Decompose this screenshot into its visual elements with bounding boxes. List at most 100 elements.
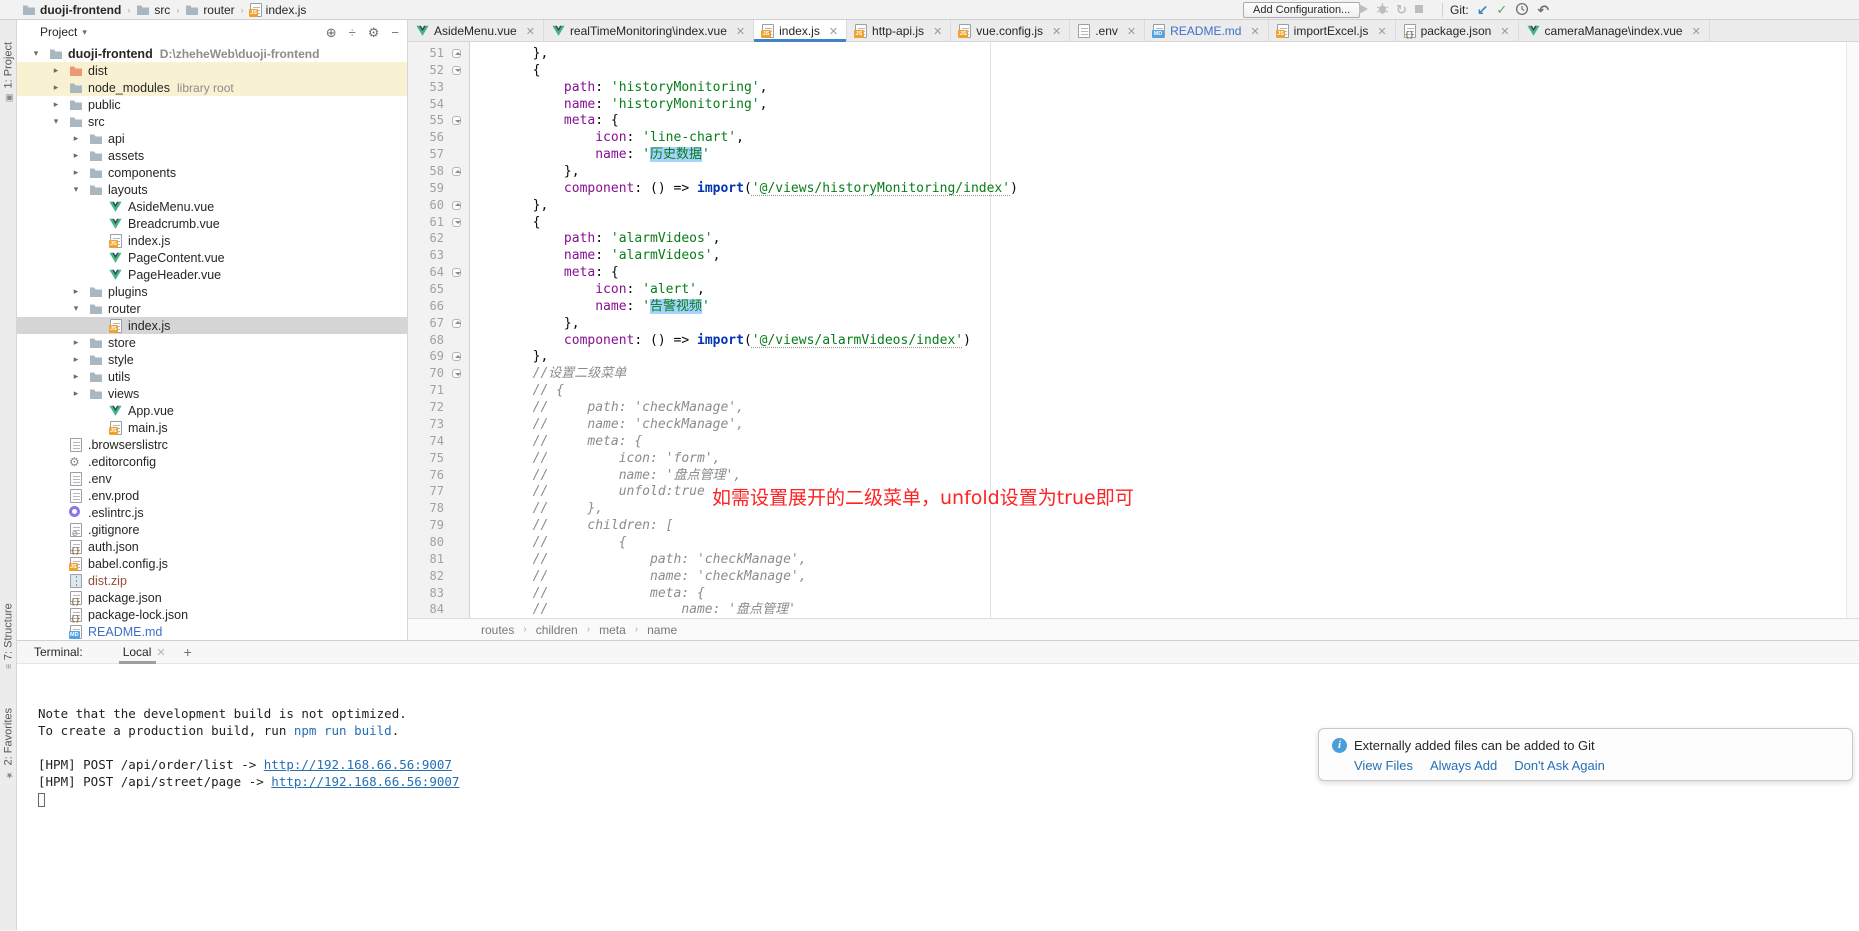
stripe-structure-button[interactable]: ≡ 7: Structure bbox=[0, 603, 17, 669]
tree-item-PageContent.vue[interactable]: PageContent.vue bbox=[17, 249, 407, 266]
tree-item-components[interactable]: ▸components bbox=[17, 164, 407, 181]
tree-item-babel.config.js[interactable]: JSbabel.config.js bbox=[17, 555, 407, 572]
chevron-right-icon[interactable]: ▸ bbox=[70, 371, 82, 382]
close-tab-icon[interactable]: ✕ bbox=[1250, 25, 1259, 38]
settings-icon[interactable]: ⚙ bbox=[368, 26, 380, 39]
tree-item-AsideMenu.vue[interactable]: AsideMenu.vue bbox=[17, 198, 407, 215]
editor-breadcrumb-name[interactable]: name bbox=[647, 623, 677, 637]
close-tab-icon[interactable]: ✕ bbox=[933, 25, 942, 38]
locate-icon[interactable]: ⊕ bbox=[326, 26, 337, 39]
close-tab-icon[interactable]: ✕ bbox=[736, 25, 745, 38]
fold-down-icon[interactable] bbox=[452, 218, 461, 227]
run-icon[interactable] bbox=[1357, 3, 1369, 18]
tree-item-.env[interactable]: .env bbox=[17, 470, 407, 487]
editor-breadcrumb-routes[interactable]: routes bbox=[481, 623, 514, 637]
tree-item-index.js[interactable]: JSindex.js bbox=[17, 232, 407, 249]
stripe-project-button[interactable]: ▣ 1: Project bbox=[0, 42, 17, 102]
tree-item-Breadcrumb.vue[interactable]: Breadcrumb.vue bbox=[17, 215, 407, 232]
chevron-right-icon[interactable]: ▸ bbox=[70, 150, 82, 161]
chevron-right-icon[interactable]: ▸ bbox=[50, 99, 62, 110]
tree-item-.eslintrc.js[interactable]: .eslintrc.js bbox=[17, 504, 407, 521]
tree-item-package.json[interactable]: {}package.json bbox=[17, 589, 407, 606]
tree-item-style[interactable]: ▸style bbox=[17, 351, 407, 368]
chevron-down-icon[interactable]: ▾ bbox=[50, 116, 62, 127]
tree-item-src[interactable]: ▾src bbox=[17, 113, 407, 130]
chevron-down-icon[interactable]: ▾ bbox=[30, 48, 42, 59]
breadcrumb-item-router[interactable]: router bbox=[185, 3, 234, 17]
chevron-right-icon[interactable]: ▸ bbox=[70, 337, 82, 348]
terminal-link[interactable]: http://192.168.66.56:9007 bbox=[271, 774, 459, 789]
fold-up-icon[interactable] bbox=[452, 319, 461, 328]
tree-item-dist[interactable]: ▸dist bbox=[17, 62, 407, 79]
tree-item-package-lock.json[interactable]: {}package-lock.json bbox=[17, 606, 407, 623]
editor-tab-http-api.js[interactable]: JShttp-api.js✕ bbox=[847, 20, 951, 42]
tree-item-api[interactable]: ▸api bbox=[17, 130, 407, 147]
tree-item-plugins[interactable]: ▸plugins bbox=[17, 283, 407, 300]
notification-link-Always-Add[interactable]: Always Add bbox=[1430, 758, 1497, 773]
tree-item-.gitignore[interactable]: ⊘.gitignore bbox=[17, 521, 407, 538]
debug-bug-icon[interactable] bbox=[1376, 2, 1389, 18]
editor-tab-index.js[interactable]: JSindex.js✕ bbox=[754, 20, 847, 42]
editor-tab-importExcel.js[interactable]: JSimportExcel.js✕ bbox=[1269, 20, 1396, 42]
chevron-down-icon[interactable]: ▾ bbox=[70, 184, 82, 195]
tree-item-main.js[interactable]: JSmain.js bbox=[17, 419, 407, 436]
editor-tab-realTimeMonitoring-index.vue[interactable]: realTimeMonitoring\index.vue✕ bbox=[544, 20, 754, 42]
fold-up-icon[interactable] bbox=[452, 49, 461, 58]
close-tab-icon[interactable]: ✕ bbox=[1377, 25, 1386, 38]
tree-item-views[interactable]: ▸views bbox=[17, 385, 407, 402]
tree-item-PageHeader.vue[interactable]: PageHeader.vue bbox=[17, 266, 407, 283]
breadcrumb-item-index.js[interactable]: JSindex.js bbox=[250, 3, 307, 17]
chevron-down-icon[interactable]: ▾ bbox=[70, 303, 82, 314]
fold-up-icon[interactable] bbox=[452, 201, 461, 210]
editor-tab-README.md[interactable]: MDREADME.md✕ bbox=[1145, 20, 1269, 42]
editor-tab-AsideMenu.vue[interactable]: AsideMenu.vue✕ bbox=[408, 20, 544, 42]
tree-item-dist.zip[interactable]: dist.zip bbox=[17, 572, 407, 589]
close-tab-icon[interactable]: ✕ bbox=[1500, 25, 1509, 38]
fold-down-icon[interactable] bbox=[452, 116, 461, 125]
fold-down-icon[interactable] bbox=[452, 268, 461, 277]
close-tab-icon[interactable]: ✕ bbox=[829, 25, 838, 38]
close-tab-icon[interactable]: ✕ bbox=[1692, 25, 1701, 38]
tree-item-store[interactable]: ▸store bbox=[17, 334, 407, 351]
editor-tab-package.json[interactable]: {}package.json✕ bbox=[1396, 20, 1519, 42]
notification-link-Don-t-Ask-Again[interactable]: Don't Ask Again bbox=[1514, 758, 1605, 773]
tree-item-README.md[interactable]: MDREADME.md bbox=[17, 623, 407, 640]
editor-scrollbar[interactable] bbox=[1846, 42, 1859, 618]
tree-item-utils[interactable]: ▸utils bbox=[17, 368, 407, 385]
close-icon[interactable]: ✕ bbox=[156, 646, 165, 659]
terminal-link[interactable]: http://192.168.66.56:9007 bbox=[264, 757, 452, 772]
code-editor[interactable]: 51 },52 {53 path: 'historyMonitoring',54… bbox=[408, 42, 1859, 618]
tree-item-.browserslistrc[interactable]: .browserslistrc bbox=[17, 436, 407, 453]
tree-item-.env.prod[interactable]: .env.prod bbox=[17, 487, 407, 504]
chevron-right-icon[interactable]: ▸ bbox=[50, 82, 62, 93]
close-tab-icon[interactable]: ✕ bbox=[526, 25, 535, 38]
notification-link-View-Files[interactable]: View Files bbox=[1354, 758, 1413, 773]
history-clock-icon[interactable] bbox=[1515, 2, 1529, 19]
tree-item-router[interactable]: ▾router bbox=[17, 300, 407, 317]
chevron-right-icon[interactable]: ▸ bbox=[70, 388, 82, 399]
project-panel-header[interactable]: Project ▾ ⊕÷⚙− bbox=[17, 20, 407, 44]
chevron-right-icon[interactable]: ▸ bbox=[50, 65, 62, 76]
terminal-output[interactable]: Note that the development build is not o… bbox=[17, 665, 1859, 931]
tree-item-layouts[interactable]: ▾layouts bbox=[17, 181, 407, 198]
chevron-right-icon[interactable]: ▸ bbox=[70, 354, 82, 365]
stop-icon[interactable] bbox=[1414, 3, 1424, 17]
tree-item-auth.json[interactable]: {}auth.json bbox=[17, 538, 407, 555]
editor-tab-.env[interactable]: .env✕ bbox=[1070, 20, 1145, 42]
stripe-favorites-button[interactable]: ★ 2: Favorites bbox=[0, 708, 17, 779]
chevron-right-icon[interactable]: ▸ bbox=[70, 286, 82, 297]
close-tab-icon[interactable]: ✕ bbox=[1127, 25, 1136, 38]
hide-icon[interactable]: − bbox=[391, 26, 399, 39]
new-terminal-tab-button[interactable]: + bbox=[184, 644, 192, 660]
rollback-undo-icon[interactable]: ↶ bbox=[1537, 2, 1549, 19]
breadcrumb-item-src[interactable]: src bbox=[136, 3, 170, 17]
fold-up-icon[interactable] bbox=[452, 352, 461, 361]
tree-item-assets[interactable]: ▸assets bbox=[17, 147, 407, 164]
add-configuration-button[interactable]: Add Configuration... bbox=[1243, 2, 1360, 18]
git-commit-check-icon[interactable]: ✓ bbox=[1496, 2, 1507, 18]
tree-item-duoji-frontend[interactable]: ▾duoji-frontendD:\zheheWeb\duoji-fronten… bbox=[17, 45, 407, 62]
fold-down-icon[interactable] bbox=[452, 66, 461, 75]
rerun-icon[interactable]: ↻ bbox=[1396, 2, 1407, 18]
git-update-icon[interactable]: ↙ bbox=[1477, 2, 1489, 19]
chevron-right-icon[interactable]: ▸ bbox=[70, 133, 82, 144]
